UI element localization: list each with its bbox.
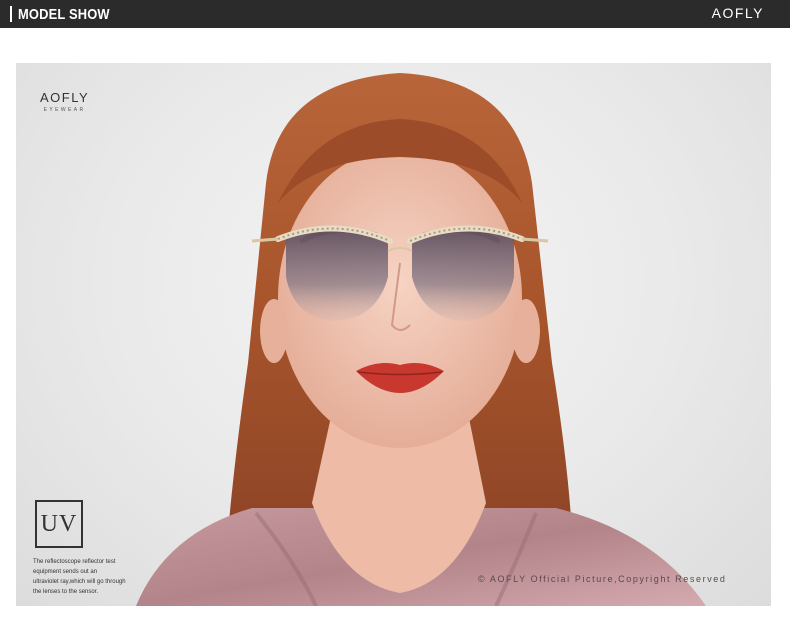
copyright-watermark: © AOFLY Official Picture,Copyright Reser… [478, 574, 727, 584]
uv-badge: UV [35, 500, 83, 548]
uv-note-line: equipment sends out an [33, 569, 98, 575]
header-left: MODEL SHOW [10, 0, 125, 28]
brand-logo: AOFLY EYEWEAR [40, 90, 89, 113]
logo-tagline: EYEWEAR [43, 107, 86, 113]
model-photo: AOFLY EYEWEAR UV The reflectoscope refle… [16, 63, 771, 606]
header-brand-logo: AOFLY [711, 5, 764, 21]
header-divider [10, 6, 12, 22]
section-title: MODEL SHOW [18, 5, 110, 23]
header-bar: MODEL SHOW AOFLY [0, 0, 790, 28]
uv-note-line: ultraviolet ray,which will go through [33, 579, 126, 585]
uv-note-line: The reflectoscope reflector test [33, 559, 116, 565]
model-illustration [136, 73, 706, 606]
uv-note-line: the lenses to the sensor. [33, 589, 99, 595]
logo-name: AOFLY [40, 90, 90, 105]
uv-description: The reflectoscope reflector test equipme… [33, 557, 153, 597]
